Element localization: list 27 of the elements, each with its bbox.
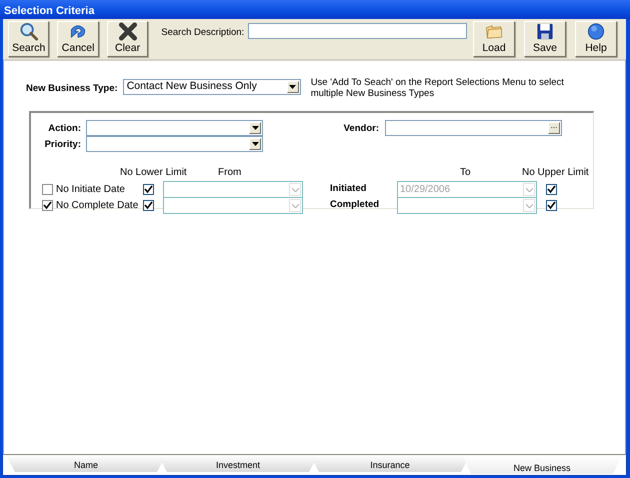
field-label: Search Description: <box>161 26 244 40</box>
help-text: Use 'Add To Seach' on the Report Selections Menu to select multiple New Business Types <box>310 77 565 99</box>
column-header: To <box>460 166 472 180</box>
dropdown-value: Contact New Business Only <box>126 79 257 94</box>
checkbox-label: No Complete Date <box>56 199 140 213</box>
toolbar-button[interactable]: Cancel <box>57 21 99 57</box>
field-label: Action: <box>47 122 81 136</box>
tab[interactable]: New Business <box>462 455 622 474</box>
toolbar-button[interactable]: Save <box>524 21 566 57</box>
row-label: Initiated <box>330 182 368 196</box>
toolbar-button[interactable]: Help <box>575 21 617 57</box>
vendor-field[interactable]: ... <box>385 120 562 136</box>
field-label: Vendor: <box>342 122 379 136</box>
browse-button[interactable]: ... <box>548 122 560 134</box>
toolbar-button[interactable]: Search <box>8 21 50 57</box>
toolbar-button[interactable]: Clear <box>106 21 148 57</box>
column-header: No Lower Limit <box>120 166 188 180</box>
field-label: New Business Type: <box>26 82 118 96</box>
row-label: Completed <box>330 198 380 212</box>
column-header: No Upper Limit <box>522 166 589 180</box>
field-label: Priority: <box>44 138 81 152</box>
window-title: Selection Criteria <box>0 0 630 19</box>
business-type-dropdown[interactable]: Contact New Business Only <box>122 79 301 95</box>
checkbox-label: No Initiate Date <box>56 183 126 197</box>
date-value: 10/29/2006 <box>400 183 450 197</box>
toolbar-button[interactable]: Load <box>473 21 515 57</box>
column-header: From <box>218 166 242 180</box>
